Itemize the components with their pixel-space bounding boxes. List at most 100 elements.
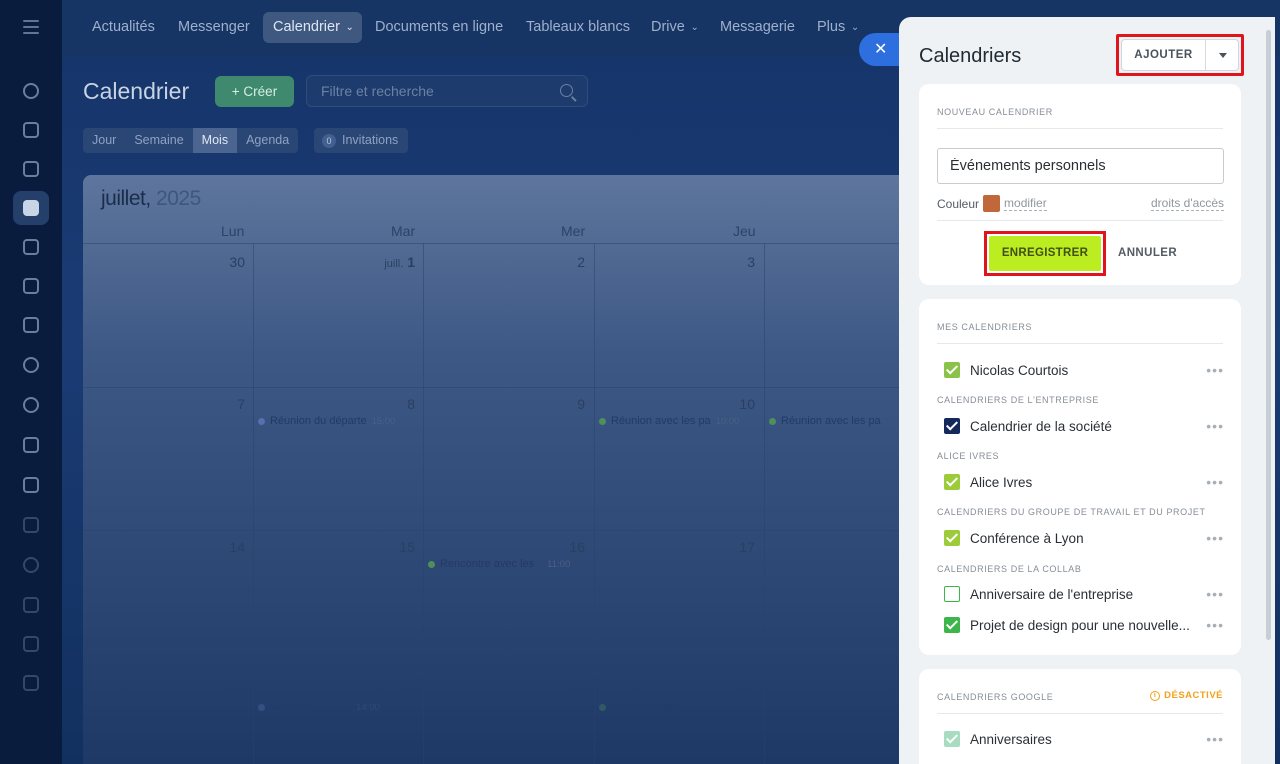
calendar-item[interactable]: Calendrier de la société ••• [944,416,1224,436]
nav-messagerie[interactable]: Messagerie [710,12,805,43]
calendar-name: Projet de design pour une nouvelle... [970,617,1190,633]
rail-hex-icon[interactable] [13,388,49,422]
rail-tasks-icon[interactable] [13,152,49,186]
google-status[interactable]: i DÉSACTIVÉ [1150,690,1223,701]
day-cell-number[interactable]: 3 [713,254,755,270]
rail-feed-icon[interactable] [13,74,49,108]
tab-agenda[interactable]: Agenda [237,128,298,153]
nav-tableaux[interactable]: Tableaux blancs [516,12,640,43]
calendar-checkbox[interactable] [944,617,960,633]
calendar-event[interactable]: Réunion du départe 15:00 [258,415,395,427]
tab-semaine[interactable]: Semaine [125,128,192,153]
calendar-event[interactable]: Réunion avec les pa [769,415,881,427]
add-button[interactable]: AJOUTER [1121,39,1239,71]
access-rights-link[interactable]: droits d'accès [1151,196,1224,211]
tab-jour[interactable]: Jour [83,128,125,153]
calendar-item[interactable]: Nicolas Courtois ••• [944,360,1224,380]
new-calendar-card: NOUVEAU CALENDRIER Couleur modifier droi… [919,84,1241,285]
nav-drive[interactable]: Drive ⌄ [641,12,707,43]
calendar-item[interactable]: Anniversaires ••• [944,729,1224,749]
panel-scrollbar[interactable] [1266,30,1271,640]
day-cell-number[interactable]: 9 [543,396,585,412]
rail-groups-icon[interactable] [13,348,49,382]
more-icon[interactable]: ••• [1206,530,1224,546]
day-cell-number[interactable]: 2 [543,254,585,270]
day-cell-number[interactable]: 24 [713,682,755,698]
rail-mail-icon[interactable] [13,308,49,342]
calendar-group-caption: CALENDRIERS DE L'ENTREPRISE [937,395,1099,405]
calendar-checkbox[interactable] [944,362,960,378]
invitations-button[interactable]: 0 Invitations [314,128,409,153]
calendar-checkbox[interactable] [944,530,960,546]
rail-cube-icon[interactable] [13,548,49,582]
day-cell-number[interactable]: 15 [373,539,415,555]
tab-mois[interactable]: Mois [192,128,238,153]
calendar-checkbox[interactable] [944,586,960,602]
rail-calendar-icon[interactable] [13,191,49,225]
rail-board-icon[interactable] [13,428,49,462]
event-time: 10:00 [715,415,740,427]
chevron-down-icon[interactable] [1206,40,1238,70]
day-cell-number[interactable]: 17 [713,539,755,555]
day-cell-number[interactable]: 14 [203,539,245,555]
search-icon[interactable] [560,84,573,97]
nav-calendrier[interactable]: Calendrier ⌄ [263,12,362,43]
calendar-event[interactable]: Réunion 14:00 [258,701,380,713]
more-icon[interactable]: ••• [1206,731,1224,747]
more-icon[interactable]: ••• [1206,617,1224,633]
search-input[interactable] [307,76,547,106]
menu-icon[interactable] [23,20,39,34]
calendar-checkbox[interactable] [944,474,960,490]
calendar-checkbox[interactable] [944,418,960,434]
rail-docs-icon[interactable] [13,230,49,264]
calendar-name: Nicolas Courtois [970,362,1069,378]
more-icon[interactable]: ••• [1206,418,1224,434]
rail-funnel-icon[interactable] [13,508,49,542]
rail-card-icon[interactable] [13,627,49,661]
day-cell-number[interactable]: 10 [713,396,755,412]
day-cell-number[interactable]: 7 [203,396,245,412]
cancel-button[interactable]: ANNULER [1118,236,1177,271]
grid-line [764,243,765,764]
save-button[interactable]: ENREGISTRER [989,236,1101,271]
nav-documents[interactable]: Documents en ligne [365,12,513,43]
add-button-label[interactable]: AJOUTER [1122,40,1206,70]
day-cell-number[interactable]: 21 [203,682,245,698]
more-icon[interactable]: ••• [1206,474,1224,490]
rail-cloud-icon[interactable] [13,666,49,700]
divider [937,128,1223,129]
color-row: Couleur modifier droits d'accès [937,195,1224,212]
color-swatch[interactable] [983,195,1001,212]
calendar-checkbox[interactable] [944,731,960,747]
rail-cart-icon[interactable] [13,588,49,622]
more-icon[interactable]: ••• [1206,362,1224,378]
rail-chat-icon[interactable] [13,113,49,147]
day-cell-number[interactable]: 23 [543,682,585,698]
nav-plus[interactable]: Plus ⌄ [807,12,867,43]
day-cell-number[interactable]: 16 [543,539,585,555]
calendar-event[interactable]: Rencontre avec les 11:00 [428,558,570,570]
month-calendar: juillet, 2025 Lun Mar Mer Jeu 30 juill. … [83,175,983,764]
my-calendars-heading: MES CALENDRIERS [937,322,1033,332]
nav-actualites[interactable]: Actualités [82,12,165,43]
grid-line [253,243,254,764]
calendar-item[interactable]: Conférence à Lyon ••• [944,528,1224,548]
event-title: Réunion du départe [270,415,367,427]
day-cell-number[interactable]: 8 [373,396,415,412]
calendar-item[interactable]: Projet de design pour une nouvelle... ••… [944,615,1224,635]
nav-messenger[interactable]: Messenger [168,12,260,43]
rail-check-icon[interactable] [13,468,49,502]
day-cell-number[interactable]: 22 [373,682,415,698]
calendar-name-input[interactable] [937,148,1224,184]
day-cell-number[interactable]: 30 [203,254,245,270]
calendar-event[interactable]: Teambuilding [599,701,676,713]
rail-drive-icon[interactable] [13,269,49,303]
calendar-event[interactable]: Réunion avec les pa 10:00 [599,415,739,427]
day-cell-number[interactable]: juill. 1 [353,254,415,270]
more-icon[interactable]: ••• [1206,586,1224,602]
grid-line [83,530,983,531]
create-button[interactable]: + Créer [215,76,294,107]
calendar-item[interactable]: Anniversaire de l'entreprise ••• [944,584,1224,604]
calendar-item[interactable]: Alice Ivres ••• [944,472,1224,492]
modify-color-link[interactable]: modifier [1004,196,1047,211]
